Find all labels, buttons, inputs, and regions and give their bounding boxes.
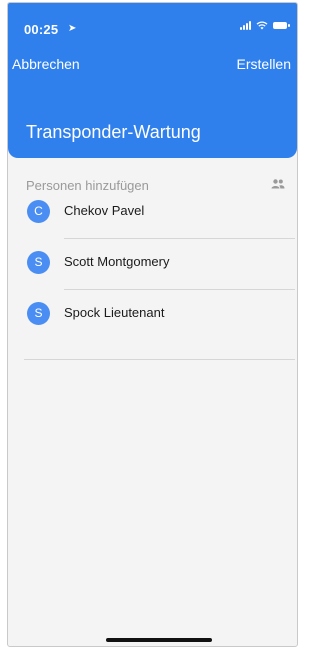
divider	[64, 238, 295, 239]
wifi-icon	[256, 21, 268, 30]
list-bottom-divider	[24, 359, 295, 360]
battery-icon	[273, 22, 290, 29]
section-header: Personen hinzufügen	[26, 173, 285, 195]
person-name: Scott Montgomery	[64, 254, 170, 269]
header: 00:25 ➤ Abbrechen Erstellen Transponder-…	[8, 3, 297, 158]
list-item-person[interactable]: S Spock Lieutenant	[8, 299, 297, 350]
avatar: S	[27, 251, 50, 274]
phone-frame: 00:25 ➤ Abbrechen Erstellen Transponder-…	[7, 2, 298, 647]
list-item-person[interactable]: S Scott Montgomery	[8, 248, 297, 299]
status-icons	[240, 21, 290, 30]
list-item-person[interactable]: C Chekov Pavel	[8, 197, 297, 248]
avatar: C	[27, 200, 50, 223]
status-time: 00:25	[24, 22, 59, 37]
location-arrow-icon: ➤	[68, 23, 77, 34]
home-indicator[interactable]	[106, 638, 212, 642]
add-people-section: Personen hinzufügen C Chekov Pavel S Sco…	[8, 173, 297, 360]
people-icon[interactable]	[271, 178, 285, 190]
person-name: Chekov Pavel	[64, 203, 145, 218]
person-name: Spock Lieutenant	[64, 305, 165, 320]
status-bar: 00:25 ➤	[8, 3, 297, 47]
section-label: Personen hinzufügen	[26, 178, 149, 193]
page-title: Transponder-Wartung	[26, 122, 201, 142]
cancel-button[interactable]: Abbrechen	[12, 56, 80, 72]
divider	[64, 289, 295, 290]
avatar: S	[27, 302, 50, 325]
signal-icon	[240, 21, 251, 30]
people-list: C Chekov Pavel S Scott Montgomery S Spoc…	[8, 197, 297, 350]
create-button[interactable]: Erstellen	[237, 56, 291, 72]
